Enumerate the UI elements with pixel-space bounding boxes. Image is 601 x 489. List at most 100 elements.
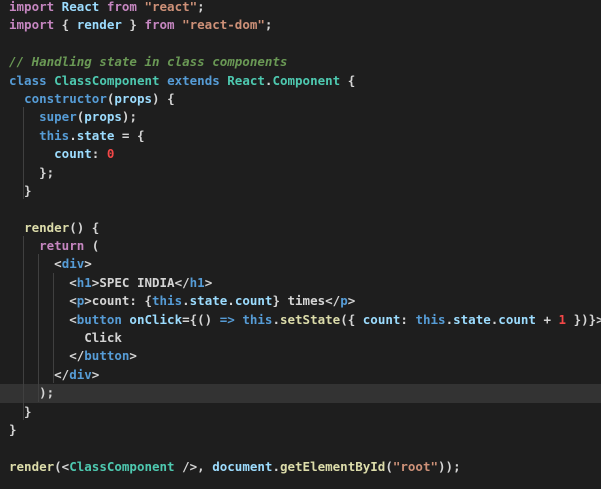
code-token: count	[54, 146, 92, 162]
code-token: onClick	[129, 311, 183, 327]
code-token: React	[54, 0, 107, 14]
code-line[interactable]: </div>	[9, 366, 601, 384]
code-token: (	[385, 458, 393, 474]
code-line[interactable]: constructor(props) {	[9, 90, 601, 108]
code-token: h1	[189, 274, 205, 290]
code-token: ({	[340, 311, 363, 327]
code-token: .	[227, 293, 235, 309]
code-token: }	[9, 182, 32, 198]
code-line[interactable]: class ClassComponent extends React.Compo…	[9, 72, 601, 90]
code-token: from	[144, 17, 175, 33]
code-line[interactable]: // Handling state in class components	[9, 53, 601, 71]
code-editor[interactable]: import React from "react"; import { rende…	[0, 0, 601, 489]
indent-guide	[23, 236, 24, 420]
code-line[interactable]: <div>	[9, 255, 601, 273]
code-line[interactable]: }	[9, 403, 601, 421]
code-token: >	[129, 348, 137, 364]
code-line[interactable]	[9, 35, 601, 53]
code-token: <	[9, 274, 77, 290]
code-token: };	[9, 164, 55, 180]
code-token: = {	[114, 127, 145, 143]
code-token: ClassComponent	[69, 458, 175, 474]
code-line[interactable]: };	[9, 164, 601, 182]
code-token: ClassComponent	[54, 72, 160, 88]
code-token: this	[242, 311, 273, 327]
code-line[interactable]: render() {	[9, 219, 601, 237]
code-line[interactable]: render(<ClassComponent />, document.getE…	[9, 458, 601, 476]
code-token: render	[9, 458, 55, 474]
code-token: }	[121, 17, 145, 33]
code-token: >	[91, 366, 100, 382]
indent-guide	[38, 254, 39, 402]
indent-guide	[53, 273, 54, 383]
code-token: state	[453, 311, 491, 327]
code-token: >SPEC INDIA</	[91, 274, 190, 290]
code-token: import	[9, 17, 55, 33]
code-line[interactable]: this.state = {	[9, 127, 601, 145]
code-line[interactable]	[9, 439, 601, 457]
code-token: (<	[54, 458, 70, 474]
code-token: state	[76, 127, 115, 143]
code-line[interactable]: Click	[9, 329, 601, 347]
code-token: }	[9, 421, 17, 437]
code-token: super	[39, 109, 77, 125]
code-token: <	[9, 293, 77, 309]
code-line[interactable]: return (	[9, 237, 601, 255]
code-token: :	[400, 311, 416, 327]
code-token: count	[498, 311, 536, 327]
code-token: {	[54, 17, 77, 33]
code-token: ;	[197, 0, 205, 14]
code-token: this	[152, 293, 183, 309]
code-token: render	[24, 219, 70, 235]
code-token: :	[91, 146, 107, 162]
code-token: return	[39, 238, 85, 254]
code-line[interactable]: }	[9, 421, 601, 439]
code-line[interactable]: );	[0, 384, 601, 403]
code-line[interactable]: import React from "react";	[9, 0, 601, 16]
code-token: count	[362, 311, 401, 327]
code-area[interactable]: import React from "react"; import { rende…	[0, 0, 601, 476]
code-token: constructor	[24, 90, 107, 106]
code-token: "root"	[392, 458, 439, 474]
code-token: +	[535, 311, 559, 327]
code-token: button	[76, 311, 122, 327]
code-token: .	[272, 311, 280, 327]
code-token: })}>	[566, 311, 601, 327]
code-token: ;	[264, 17, 273, 33]
indent-guide	[23, 107, 24, 199]
code-line[interactable]: import { render } from "react-dom";	[9, 16, 601, 34]
code-token: >	[204, 274, 213, 290]
code-token: ) {	[152, 90, 175, 106]
code-line[interactable]: <p>count: {this.state.count} times</p>	[9, 292, 601, 310]
code-token: from	[106, 0, 137, 14]
code-line[interactable]: <button onClick={() => this.setState({ c…	[9, 311, 601, 329]
code-token: div	[61, 256, 85, 272]
code-token: .	[69, 127, 77, 143]
code-line[interactable]	[9, 200, 601, 218]
code-line[interactable]: count: 0	[9, 145, 601, 163]
code-token: React	[227, 72, 265, 88]
code-token: <	[9, 256, 62, 272]
code-token: 1	[558, 311, 567, 327]
code-line[interactable]: <h1>SPEC INDIA</h1>	[9, 274, 601, 292]
code-line[interactable]: super(props);	[9, 108, 601, 126]
code-line[interactable]: }	[9, 182, 601, 200]
code-token: () {	[69, 219, 100, 235]
code-token: >	[347, 293, 356, 309]
code-token: .	[272, 458, 280, 474]
code-token: ));	[438, 458, 461, 474]
code-line[interactable]: </button>	[9, 347, 601, 365]
code-token: />,	[174, 458, 213, 474]
code-token: state	[189, 293, 228, 309]
code-token: count	[234, 293, 273, 309]
